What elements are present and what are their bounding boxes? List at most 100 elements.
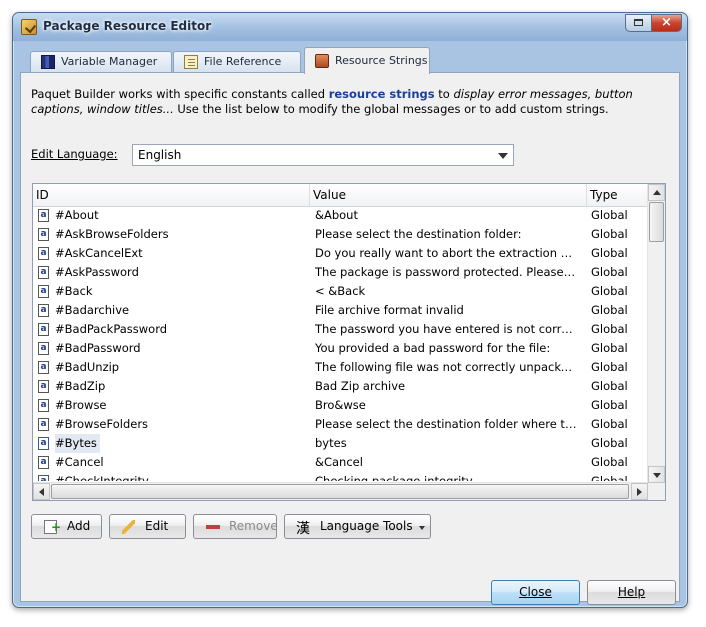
row-value: Checking package integrity... (315, 474, 482, 481)
window-title: Package Resource Editor (43, 19, 212, 33)
list-item[interactable]: a #Bytes bytes Global (33, 434, 648, 453)
horizontal-scroll-thumb[interactable] (51, 484, 629, 499)
tab-file-reference[interactable]: File Reference (173, 51, 301, 73)
tab-label: File Reference (204, 55, 282, 68)
close-icon: × (661, 15, 672, 30)
close-button[interactable]: Close (491, 580, 580, 605)
tab-label: Resource Strings (335, 54, 428, 67)
row-type: Global (591, 246, 628, 260)
scrollbar-corner (648, 483, 665, 500)
list-item[interactable]: a #BadZip Bad Zip archive Global (33, 377, 648, 396)
vertical-scroll-thumb[interactable] (649, 202, 664, 242)
list-item[interactable]: a #CheckIntegrity Checking package integri… (33, 472, 648, 481)
row-id: #BadPackPassword (55, 322, 168, 336)
title-bar[interactable]: Package Resource Editor × (13, 13, 687, 41)
close-button-label: Close (519, 585, 552, 599)
tab-variable-manager[interactable]: Variable Manager (30, 51, 172, 73)
language-tools-label: Language Tools (320, 519, 413, 533)
list-header: ID Value Type (33, 184, 648, 207)
list-item[interactable]: a #AskPassword The package is password pro… (33, 263, 648, 282)
resource-string-icon: a (38, 285, 49, 298)
list-item[interactable]: a #About &About Global (33, 206, 648, 225)
list-item[interactable]: a #BadUnzip The following file was not cor… (33, 358, 648, 377)
edit-button[interactable]: Edit (109, 514, 186, 539)
list-item[interactable]: a #AskCancelExt Do you really want to abor… (33, 244, 648, 263)
list-item[interactable]: a #BrowseFolders Please select the destina… (33, 415, 648, 434)
resource-string-icon: a (38, 323, 49, 336)
description-part: Use the list below to modify the global … (173, 102, 609, 116)
scroll-left-button[interactable] (33, 483, 50, 500)
list-item[interactable]: a #Back < &Back Global (33, 282, 648, 301)
resource-strings-highlight: resource strings (328, 87, 435, 101)
row-value: < &Back (315, 284, 366, 298)
resource-string-icon: a (38, 342, 49, 355)
column-header-id[interactable]: ID (33, 184, 310, 206)
row-type: Global (591, 436, 628, 450)
row-id: #AskPassword (55, 265, 139, 279)
list-item[interactable]: a #BadPackPassword The password you have e… (33, 320, 648, 339)
language-value: English (138, 148, 182, 162)
scroll-right-button[interactable] (631, 483, 648, 500)
resource-string-icon: a (38, 475, 49, 481)
row-value: The package is password protected. Pleas… (315, 265, 578, 279)
row-value: Please select the destination folder whe… (315, 417, 578, 431)
close-window-button[interactable]: × (651, 14, 682, 32)
resource-string-icon: a (38, 209, 49, 222)
row-id: #Cancel (55, 455, 104, 469)
dropdown-arrow-icon[interactable] (498, 153, 508, 159)
description-part: Paquet Builder works with specific const… (31, 87, 329, 101)
row-id: #Badarchive (55, 303, 130, 317)
row-type: Global (591, 208, 628, 222)
row-type: Global (591, 360, 628, 374)
resource-string-icon: a (38, 456, 49, 469)
row-value: File archive format invalid (315, 303, 464, 317)
remove-button[interactable]: Remove (193, 514, 278, 539)
resource-strings-list[interactable]: ID Value Type a #About &About Global a #AskBr… (32, 183, 666, 501)
scroll-up-button[interactable] (648, 184, 665, 201)
row-value: The password you have entered is not cor… (315, 322, 578, 336)
row-value: Bad Zip archive (315, 379, 406, 393)
row-value: The following file was not correctly unp… (315, 360, 578, 374)
remove-button-label: Remove (229, 519, 278, 533)
edit-button-label: Edit (145, 519, 169, 533)
kanji-icon: 漢 (296, 521, 310, 537)
row-id: #Bytes (55, 434, 100, 453)
chevron-down-icon (419, 526, 425, 530)
help-button[interactable]: Help (587, 580, 676, 605)
row-id: #BadUnzip (55, 360, 120, 374)
add-button[interactable]: Add (31, 514, 102, 539)
row-id: #BadPassword (55, 341, 141, 355)
row-value: You provided a bad password for the file… (315, 341, 551, 355)
row-type: Global (591, 265, 628, 279)
row-type: Global (591, 284, 628, 298)
row-type: Global (591, 455, 628, 469)
list-item[interactable]: a #Cancel &Cancel Global (33, 453, 648, 472)
row-value: bytes (315, 436, 347, 450)
description-text: Paquet Builder works with specific const… (31, 87, 671, 117)
resource-string-icon: a (38, 361, 49, 374)
row-id: #Back (55, 284, 93, 298)
row-id: #CheckIntegrity (55, 474, 149, 481)
resource-string-icon: a (38, 304, 49, 317)
column-header-value[interactable]: Value (310, 184, 587, 206)
horizontal-scrollbar[interactable] (33, 482, 648, 500)
list-item[interactable]: a #Browse Bro&wse Global (33, 396, 648, 415)
resource-string-icon: a (38, 399, 49, 412)
resource-string-icon: a (38, 437, 49, 450)
column-header-type[interactable]: Type (587, 184, 648, 206)
list-item[interactable]: a #BadPassword You provided a bad password… (33, 339, 648, 358)
resource-string-icon: a (38, 418, 49, 431)
row-value: &Cancel (315, 455, 363, 469)
edit-language-select[interactable]: English (132, 144, 514, 166)
app-icon (21, 19, 37, 35)
language-tools-button[interactable]: 漢 Language Tools (284, 514, 431, 539)
row-type: Global (591, 417, 628, 431)
vertical-scrollbar[interactable] (647, 184, 665, 483)
tab-resource-strings[interactable]: Resource Strings (304, 47, 430, 74)
list-item[interactable]: a #AskBrowseFolders Please select the dest… (33, 225, 648, 244)
scroll-down-button[interactable] (648, 466, 665, 483)
row-value: Bro&wse (315, 398, 366, 412)
maximize-button[interactable] (625, 14, 652, 32)
list-item[interactable]: a #Badarchive File archive format invalid G… (33, 301, 648, 320)
edit-language-label: Edit Language: (31, 147, 118, 161)
